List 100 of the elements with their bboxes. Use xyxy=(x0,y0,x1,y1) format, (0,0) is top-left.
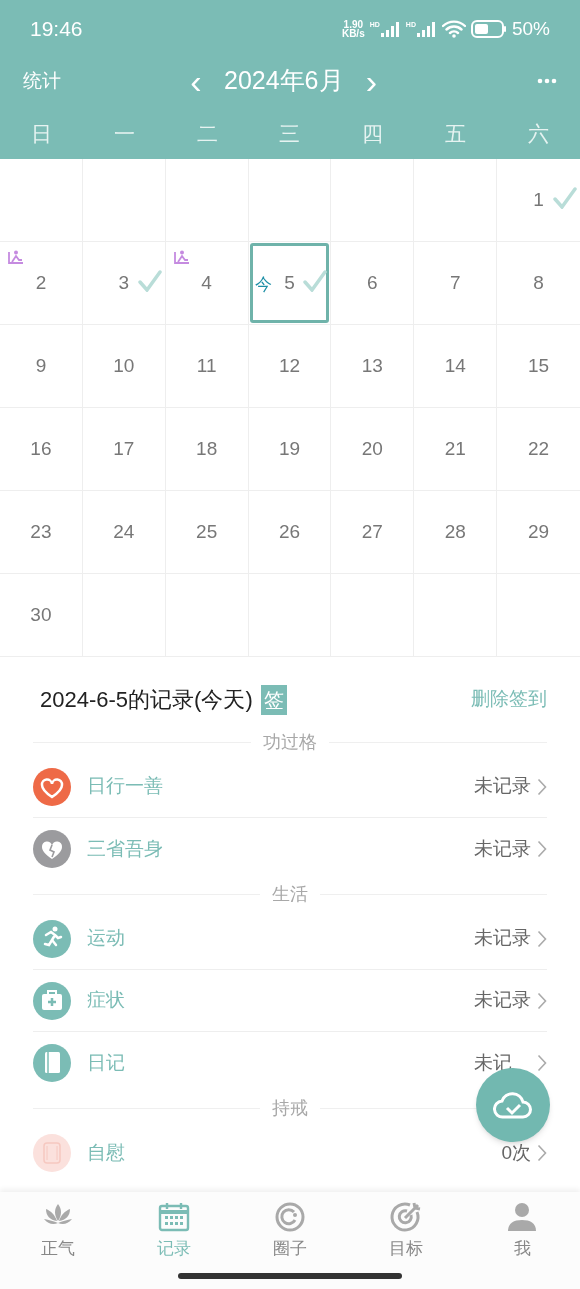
calendar-day[interactable]: 4 xyxy=(165,242,249,325)
weekday-label: 一 xyxy=(113,121,135,148)
weekday-label: 五 xyxy=(445,121,467,148)
section-divider-label: 持戒 xyxy=(272,1096,308,1120)
tab-item[interactable]: 圈子 xyxy=(269,1200,311,1262)
today-label: 今 xyxy=(254,274,272,296)
signal-icon xyxy=(416,21,437,37)
record-status: 未记录 xyxy=(474,988,531,1013)
day-number: 9 xyxy=(35,353,47,378)
day-number: 5 xyxy=(284,270,295,295)
calendar-day[interactable]: 19 xyxy=(248,408,332,491)
tab-item[interactable]: 目标 xyxy=(385,1200,427,1262)
day-number: 30 xyxy=(30,602,52,627)
chevron-right-icon xyxy=(537,991,547,1010)
record-label: 自慰 xyxy=(87,1140,125,1165)
calendar-day[interactable]: 6 xyxy=(331,242,415,325)
record-label: 日记 xyxy=(87,1050,125,1075)
day-number: 13 xyxy=(361,353,383,378)
weekday-label: 二 xyxy=(196,121,218,148)
sign-in-badge: 签 xyxy=(260,684,287,715)
weekday-label: 三 xyxy=(279,121,301,148)
day-number: 23 xyxy=(30,519,52,544)
record-label: 三省吾身 xyxy=(87,836,163,861)
record-status: 未记录 xyxy=(474,836,531,861)
calendar-day[interactable]: 11 xyxy=(165,325,249,408)
record-status: 未记录 xyxy=(474,926,531,951)
tab-item[interactable]: 我 xyxy=(501,1200,543,1262)
signal-icon xyxy=(380,21,401,37)
wifi-icon xyxy=(441,20,466,38)
calendar-day[interactable]: 29 xyxy=(497,491,580,574)
calendar-day[interactable]: 25 xyxy=(165,491,249,574)
calendar-day[interactable]: 28 xyxy=(414,491,498,574)
day-number: 10 xyxy=(113,353,135,378)
calendar-day[interactable]: 9 xyxy=(0,325,83,408)
day-number: 8 xyxy=(533,270,544,295)
weekday-label: 日 xyxy=(30,121,52,148)
more-icon[interactable] xyxy=(537,78,557,84)
day-number: 2 xyxy=(35,270,47,295)
day-number: 12 xyxy=(278,353,301,378)
battery-icon xyxy=(470,20,507,38)
calendar-day[interactable]: 16 xyxy=(0,408,83,491)
chevron-right-icon xyxy=(537,929,547,948)
calendar-day[interactable]: 22 xyxy=(497,408,580,491)
calendar-day[interactable]: 2 xyxy=(0,242,83,325)
chevron-right-icon xyxy=(537,840,547,858)
calendar-day[interactable]: 23 xyxy=(0,491,83,574)
calendar-day[interactable]: 26 xyxy=(248,491,332,574)
target-icon xyxy=(389,1200,423,1234)
calendar-day[interactable]: 20 xyxy=(331,408,415,491)
calendar-day[interactable]: 18 xyxy=(165,408,249,491)
day-number: 16 xyxy=(30,436,52,461)
day-number: 19 xyxy=(278,436,301,461)
day-number: 24 xyxy=(113,519,135,544)
day-number: 29 xyxy=(528,519,550,544)
day-number: 20 xyxy=(361,436,383,461)
cloud-check-icon xyxy=(493,1090,533,1120)
day-number: 28 xyxy=(444,519,466,544)
chevron-right-icon xyxy=(537,1144,547,1162)
record-label: 日行一善 xyxy=(87,774,163,799)
calendar-day[interactable]: 7 xyxy=(414,242,498,325)
battery-percentage: 50% xyxy=(511,16,550,41)
calendar-day[interactable]: 12 xyxy=(248,325,332,408)
tab-item[interactable]: 正气 xyxy=(37,1200,79,1262)
status-time: 19:46 xyxy=(30,16,83,43)
day-number: 27 xyxy=(361,519,383,544)
day-number: 25 xyxy=(196,519,218,544)
calendar-day[interactable]: 15 xyxy=(497,325,580,408)
month-title: 2024年6月 xyxy=(224,65,344,97)
record-title: 2024-6-5的记录(今天) xyxy=(40,686,253,714)
day-number: 17 xyxy=(113,436,135,461)
day-number: 1 xyxy=(533,187,544,212)
section-divider-label: 功过格 xyxy=(263,730,317,754)
day-number: 11 xyxy=(196,353,217,378)
calendar-day[interactable]: 1 xyxy=(497,159,580,242)
calendar-day[interactable]: 10 xyxy=(82,325,166,408)
day-number: 6 xyxy=(367,270,378,295)
weekday-label: 四 xyxy=(362,121,384,148)
calendar-day[interactable]: 3 xyxy=(82,242,166,325)
calendar-icon xyxy=(157,1200,191,1234)
record-status: 0次 xyxy=(501,1140,531,1165)
weekday-label: 六 xyxy=(528,121,550,148)
calendar-day[interactable]: 13 xyxy=(331,325,415,408)
chevron-right-icon xyxy=(537,777,547,796)
calendar-day[interactable]: 27 xyxy=(331,491,415,574)
section-divider-label: 生活 xyxy=(272,882,308,906)
calendar-day[interactable]: 21 xyxy=(414,408,498,491)
calendar-day[interactable]: 17 xyxy=(82,408,166,491)
calendar-day[interactable]: 8 xyxy=(497,242,580,325)
day-number: 22 xyxy=(528,436,550,461)
calendar-day[interactable]: 今 5 xyxy=(248,242,332,325)
calendar-day[interactable]: 14 xyxy=(414,325,498,408)
calendar-day[interactable]: 24 xyxy=(82,491,166,574)
record-label: 症状 xyxy=(87,988,125,1013)
day-number: 15 xyxy=(528,353,550,378)
day-number: 18 xyxy=(196,436,218,461)
day-number: 4 xyxy=(201,270,212,295)
circle-icon xyxy=(273,1200,307,1234)
record-label: 运动 xyxy=(87,926,125,951)
speed-unit: KB/s xyxy=(341,29,365,38)
calendar-day[interactable]: 30 xyxy=(0,574,83,657)
